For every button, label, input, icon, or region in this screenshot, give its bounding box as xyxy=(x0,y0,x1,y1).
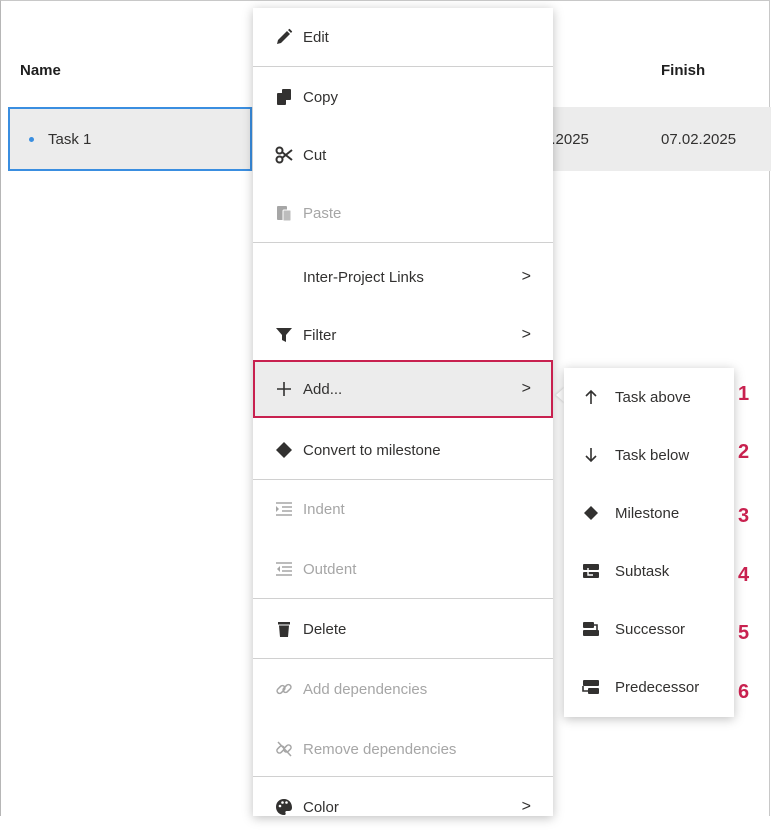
submenu-item-label: Successor xyxy=(615,620,686,638)
chevron-right-icon: > xyxy=(521,380,531,397)
diamond-icon xyxy=(275,441,293,459)
menu-item-label: Copy xyxy=(303,88,339,106)
menu-item-label: Add dependencies xyxy=(303,680,428,698)
pencil-icon xyxy=(275,28,293,46)
subtask-icon xyxy=(582,562,600,580)
submenu-item-label: Predecessor xyxy=(615,678,700,696)
menu-item-indent[interactable]: Indent xyxy=(253,480,553,538)
menu-item-label: Edit xyxy=(303,28,329,46)
menu-item-label: Remove dependencies xyxy=(303,740,457,758)
menu-separator xyxy=(253,598,553,599)
menu-item-add[interactable]: Add... > xyxy=(253,360,553,418)
submenu-item-subtask[interactable]: Subtask xyxy=(564,542,734,600)
unlink-icon xyxy=(275,740,293,758)
menu-item-label: Filter xyxy=(303,326,337,344)
context-menu: Edit Copy Cut Paste Inter-Project Links … xyxy=(253,8,553,816)
diamond-icon xyxy=(582,504,600,522)
menu-separator xyxy=(253,242,553,243)
submenu-item-predecessor[interactable]: Predecessor xyxy=(564,658,734,716)
submenu-item-label: Subtask xyxy=(615,562,670,580)
menu-item-convert-to-milestone[interactable]: Convert to milestone xyxy=(253,421,553,479)
menu-item-label: Outdent xyxy=(303,560,357,578)
submenu-item-task-below[interactable]: Task below xyxy=(564,426,734,484)
submenu-item-task-above[interactable]: Task above xyxy=(564,368,734,426)
menu-item-delete[interactable]: Delete xyxy=(253,600,553,658)
palette-icon xyxy=(275,798,293,816)
submenu-item-label: Task above xyxy=(615,388,691,406)
menu-separator xyxy=(253,776,553,777)
menu-item-color[interactable]: Color > xyxy=(253,778,553,836)
paste-icon xyxy=(275,204,293,222)
annotation-number: 3 xyxy=(738,505,750,527)
submenu-item-successor[interactable]: Successor xyxy=(564,600,734,658)
filter-icon xyxy=(275,326,293,344)
menu-item-label: Paste xyxy=(303,204,342,222)
task-name: Task 1 xyxy=(48,131,92,148)
menu-item-inter-project-links[interactable]: Inter-Project Links > xyxy=(253,248,553,306)
arrow-down-icon xyxy=(582,446,600,464)
indent-icon xyxy=(275,500,293,518)
plus-icon xyxy=(275,380,293,398)
menu-item-label: Inter-Project Links xyxy=(303,268,424,286)
column-header-name[interactable]: Name xyxy=(20,62,61,79)
menu-item-filter[interactable]: Filter > xyxy=(253,306,553,364)
scissors-icon xyxy=(275,146,293,164)
annotation-number: 4 xyxy=(738,564,750,586)
menu-item-label: Convert to milestone xyxy=(303,441,441,459)
submenu-item-milestone[interactable]: Milestone xyxy=(564,484,734,542)
menu-separator xyxy=(253,658,553,659)
menu-separator xyxy=(253,66,553,67)
task-bullet-icon xyxy=(29,137,34,142)
menu-item-outdent[interactable]: Outdent xyxy=(253,540,553,598)
menu-item-label: Cut xyxy=(303,146,327,164)
menu-item-remove-dependencies[interactable]: Remove dependencies xyxy=(253,720,553,778)
annotation-number: 5 xyxy=(738,622,750,644)
menu-item-cut[interactable]: Cut xyxy=(253,126,553,184)
column-header-finish[interactable]: Finish xyxy=(661,62,705,79)
predecessor-icon xyxy=(582,678,600,696)
task-finish-date: 07.02.2025 xyxy=(661,131,737,148)
arrow-up-icon xyxy=(582,388,600,406)
trash-icon xyxy=(275,620,293,638)
annotation-number: 2 xyxy=(738,441,750,463)
add-submenu: Task above Task below Milestone Subtask … xyxy=(564,368,734,717)
menu-item-label: Delete xyxy=(303,620,347,638)
successor-icon xyxy=(582,620,600,638)
annotation-number: 6 xyxy=(738,681,750,703)
link-icon xyxy=(275,680,293,698)
menu-item-label: Indent xyxy=(303,500,345,518)
menu-item-add-dependencies[interactable]: Add dependencies xyxy=(253,660,553,718)
menu-item-paste[interactable]: Paste xyxy=(253,184,553,242)
chevron-right-icon: > xyxy=(521,326,531,343)
menu-item-label: Color xyxy=(303,798,339,816)
annotation-number: 1 xyxy=(738,383,750,405)
name-cell-selected[interactable] xyxy=(8,107,252,171)
submenu-item-label: Task below xyxy=(615,446,690,464)
chevron-right-icon: > xyxy=(521,798,531,815)
menu-item-edit[interactable]: Edit xyxy=(253,8,553,66)
submenu-item-label: Milestone xyxy=(615,504,680,522)
chevron-right-icon: > xyxy=(521,268,531,285)
copy-icon xyxy=(275,88,293,106)
menu-item-label: Add... xyxy=(303,380,343,398)
outdent-icon xyxy=(275,560,293,578)
menu-item-copy[interactable]: Copy xyxy=(253,68,553,126)
